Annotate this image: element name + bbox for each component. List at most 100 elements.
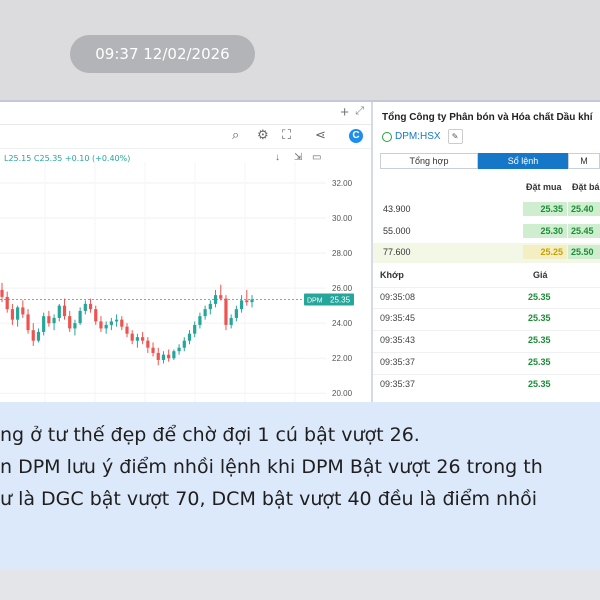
trade-row: 09:35:37 25.35 [373, 374, 600, 395]
candle-body [125, 326, 129, 334]
pane-header: + ⤢ [0, 102, 371, 125]
trade-time: 09:35:45 [380, 313, 416, 323]
candle-body [94, 309, 98, 322]
candle-body [31, 330, 35, 341]
candle-body [73, 323, 77, 329]
candle-body [57, 305, 61, 318]
y-tick-label: 28.00 [332, 249, 353, 258]
candle-body [224, 298, 228, 325]
candle-body [109, 321, 113, 325]
trade-price: 25.35 [528, 335, 551, 345]
zoom-icon[interactable]: ⌕ [232, 127, 239, 143]
candle-body [16, 307, 20, 320]
candle-body [219, 295, 223, 299]
order-book-row[interactable]: 43.900 25.35 25.40 [373, 200, 600, 220]
candle-body [177, 347, 181, 352]
candle-body [141, 337, 145, 341]
candle-body [182, 340, 186, 348]
candle-body [193, 324, 197, 334]
tab-more[interactable]: M [568, 153, 600, 169]
gear-icon[interactable]: ⚙ [257, 127, 269, 143]
candle-body [172, 351, 176, 359]
candle-body [151, 347, 155, 353]
message-text: ng ở tư thế đẹp để chờ đợi 1 cú bật vượt… [0, 412, 600, 572]
order-book-panel: Tổng Công ty Phân bón và Hóa chất Dầu kh… [373, 102, 600, 402]
trade-price: 25.35 [528, 379, 551, 389]
attached-screenshot[interactable]: + ⤢ ⌕ ⚙ ⛶ ⋖ C L25.15 C25.35 +0.10 (+0.40… [0, 102, 600, 402]
message-line: n DPM lưu ý điểm nhồi lệnh khi DPM Bật v… [0, 456, 543, 478]
candle-body [5, 296, 9, 310]
candle-body [234, 309, 238, 318]
candle-body [161, 354, 166, 360]
bid-volume: 43.900 [383, 204, 411, 214]
match-header: Khớp [380, 270, 404, 280]
fullscreen-icon[interactable]: ⛶ [282, 127, 291, 143]
col-ask-header: Đặt bá [572, 182, 600, 192]
message-line: ng ở tư thế đẹp để chờ đợi 1 cú bật vượt… [0, 424, 420, 446]
candle-body [47, 316, 51, 324]
bid-volume: 55.000 [383, 226, 411, 236]
candle-body [239, 300, 244, 310]
y-tick-label: 30.00 [332, 214, 353, 223]
order-book-row[interactable]: 55.000 25.30 25.45 [373, 222, 600, 242]
order-book-tabs: Tổng hợp Sổ lệnh M [380, 153, 600, 169]
tab-summary[interactable]: Tổng hợp [380, 153, 478, 169]
candle-body [245, 300, 249, 303]
candle-body [52, 317, 56, 324]
candle-body [83, 303, 87, 311]
candle-body [0, 289, 4, 297]
expand-icon[interactable]: ⤢ [355, 105, 364, 118]
col-bid-header: Đặt mua [526, 182, 562, 192]
ticker-row: DPM:HSX ✎ [382, 129, 463, 144]
trade-row: 09:35:45 25.35 [373, 308, 600, 329]
chart-toolbar: ⌕ ⚙ ⛶ ⋖ C [0, 124, 371, 149]
order-book-row[interactable]: 77.600 25.25 25.50 [373, 243, 600, 263]
chart-pane: + ⤢ ⌕ ⚙ ⛶ ⋖ C L25.15 C25.35 +0.10 (+0.40… [0, 102, 373, 402]
price-tag-symbol: DPM [307, 298, 323, 305]
company-name: Tổng Công ty Phân bón và Hóa chất Dầu kh… [382, 112, 593, 123]
y-tick-label: 26.00 [332, 284, 353, 293]
candle-body [68, 316, 72, 329]
candle-body [36, 331, 41, 341]
candle-body [104, 324, 108, 329]
candle-body [21, 307, 25, 315]
trade-time: 09:35:37 [380, 379, 416, 389]
ask-price: 25.50 [568, 245, 600, 259]
candle-body [198, 316, 202, 325]
trade-price: 25.35 [528, 357, 551, 367]
y-tick-label: 22.00 [332, 354, 353, 363]
candle-body [26, 314, 30, 331]
trade-time: 09:35:37 [380, 357, 416, 367]
y-tick-label: 20.00 [332, 389, 353, 398]
ticker-label[interactable]: DPM:HSX [395, 131, 441, 142]
chat-background-strip [0, 570, 600, 600]
y-tick-label: 24.00 [332, 319, 353, 328]
trade-row: 09:35:43 25.35 [373, 330, 600, 351]
ask-price: 25.45 [568, 224, 600, 238]
message-line: ư là DGC bật vượt 70, DCM bật vượt 40 đề… [0, 488, 538, 510]
candle-body [120, 319, 124, 327]
candle-body [88, 303, 93, 310]
candle-body [187, 333, 192, 341]
share-icon[interactable]: ⋖ [315, 127, 326, 143]
candle-body [146, 340, 150, 348]
candle-body [208, 303, 212, 310]
price-chart[interactable]: 32.00 30.00 28.00 26.00 24.00 22.00 20.00 DPM 25… [0, 162, 371, 402]
bid-price: 25.35 [523, 202, 567, 216]
add-icon[interactable]: + [340, 104, 349, 121]
price-header: Giá [533, 270, 548, 280]
app-logo-icon: C [349, 129, 363, 143]
ask-price: 25.40 [568, 202, 600, 216]
candle-body [10, 309, 15, 320]
y-tick-label: 32.00 [332, 179, 353, 188]
candle-body [114, 319, 119, 322]
edit-icon[interactable]: ✎ [447, 129, 463, 144]
ticker-status-icon [382, 131, 392, 142]
tab-order-book[interactable]: Sổ lệnh [478, 153, 568, 169]
candle-body [229, 317, 233, 325]
candle-body [99, 321, 103, 329]
bid-price: 25.25 [523, 245, 567, 259]
bid-price: 25.30 [523, 224, 567, 238]
candle-body [42, 316, 46, 332]
candle-body [203, 309, 207, 317]
